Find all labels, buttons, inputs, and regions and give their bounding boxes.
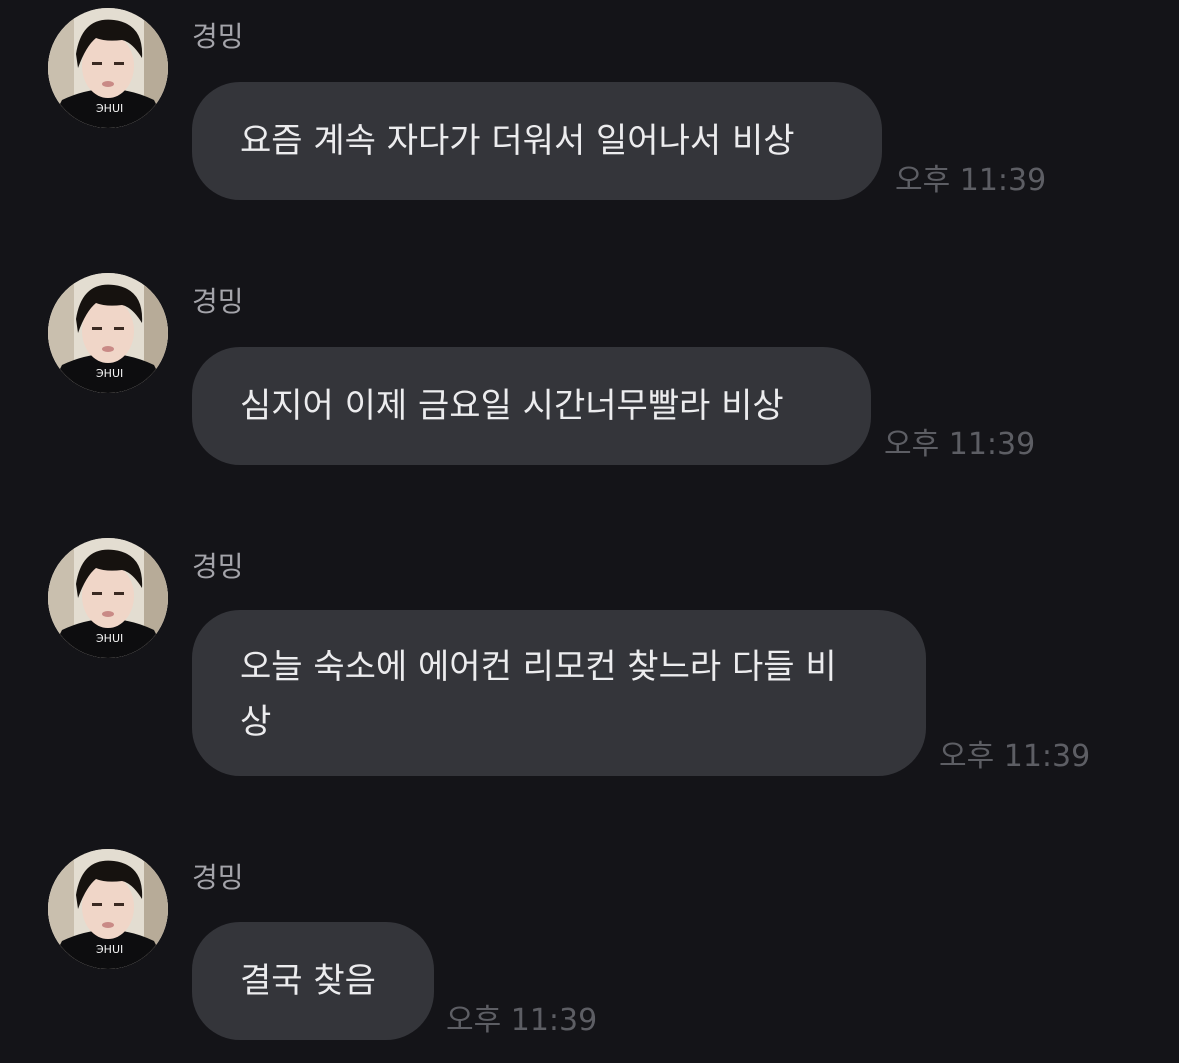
sender-name: 경밍	[192, 550, 244, 583]
message-timestamp: 오후 11:39	[939, 739, 1091, 774]
chat-message-list: ЭHUI 경밍 요즘 계속 자다가 더워서 일어나서 비상 오후 11:39 Э…	[0, 0, 1179, 1063]
avatar-photo-icon: ЭHUI	[48, 538, 168, 658]
message-timestamp: 오후 11:39	[884, 427, 1036, 462]
avatar[interactable]: ЭHUI	[48, 8, 168, 128]
message-bubble[interactable]: 오늘 숙소에 에어컨 리모컨 찾느라 다들 비 상	[192, 610, 926, 776]
message-timestamp: 오후 11:39	[895, 163, 1047, 198]
svg-text:ЭHUI: ЭHUI	[96, 367, 123, 380]
avatar[interactable]: ЭHUI	[48, 538, 168, 658]
avatar-photo-icon: ЭHUI	[48, 849, 168, 969]
svg-text:ЭHUI: ЭHUI	[96, 632, 123, 645]
avatar[interactable]: ЭHUI	[48, 273, 168, 393]
svg-text:ЭHUI: ЭHUI	[96, 102, 123, 115]
message-bubble[interactable]: 결국 찾음	[192, 922, 434, 1040]
message-timestamp: 오후 11:39	[446, 1003, 598, 1038]
sender-name: 경밍	[192, 20, 244, 53]
avatar[interactable]: ЭHUI	[48, 849, 168, 969]
sender-name: 경밍	[192, 861, 244, 894]
avatar-photo-icon: ЭHUI	[48, 8, 168, 128]
message-bubble[interactable]: 요즘 계속 자다가 더워서 일어나서 비상	[192, 82, 882, 200]
sender-name: 경밍	[192, 285, 244, 318]
svg-text:ЭHUI: ЭHUI	[96, 943, 123, 956]
avatar-photo-icon: ЭHUI	[48, 273, 168, 393]
message-bubble[interactable]: 심지어 이제 금요일 시간너무빨라 비상	[192, 347, 871, 465]
